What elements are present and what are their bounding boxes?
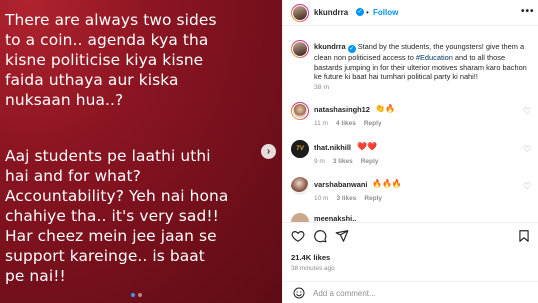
comment-reply-button[interactable]: Reply [364, 195, 382, 202]
comment-avatar[interactable] [291, 177, 309, 195]
emoji-icon[interactable] [293, 287, 305, 299]
comment-username[interactable]: that.nikhill [314, 143, 351, 152]
carousel-indicator [131, 293, 142, 297]
comment-likes[interactable]: 3 likes [336, 195, 356, 202]
caption-username[interactable]: kkundrra [314, 42, 346, 51]
carousel-dot [138, 293, 142, 297]
comment-time: 9 m [314, 158, 325, 165]
next-image-button[interactable]: › [261, 144, 276, 159]
caption-timestamp: 38 m [314, 84, 330, 91]
comment-bubble-icon[interactable] [313, 229, 327, 243]
post-header: kkundrra ✓ • Follow ••• [283, 0, 538, 26]
carousel-dot-active [131, 293, 135, 297]
post-text-paragraph-2: Aaj students pe laathi uthi hai and for … [5, 147, 229, 285]
like-comment-heart-icon[interactable]: ♡ [523, 144, 531, 155]
comment-meta: 9 m 3 likes Reply [314, 158, 378, 165]
likes-count[interactable]: 21.4K likes [291, 253, 330, 262]
comment-reply-button[interactable]: Reply [361, 158, 379, 165]
comment-input[interactable] [313, 286, 503, 300]
caption-avatar[interactable] [291, 40, 309, 58]
header-username[interactable]: kkundrra [314, 8, 348, 17]
comment-meta: 10 m 3 likes Reply [314, 195, 382, 202]
comment-avatar[interactable] [291, 213, 309, 222]
bookmark-save-icon[interactable] [517, 229, 531, 243]
comment-item: TV that.nikhill ❤️❤️ 9 m 3 likes Reply ♡ [283, 140, 538, 174]
comment-avatar[interactable] [291, 102, 309, 120]
like-comment-heart-icon[interactable]: ♡ [523, 181, 531, 192]
comment-item: meenakshi.. [283, 213, 538, 222]
like-comment-heart-icon[interactable]: ♡ [523, 106, 531, 117]
verified-badge-icon: ✓ [347, 45, 356, 53]
like-heart-icon[interactable] [291, 229, 305, 243]
comment-time: 11 m [314, 120, 328, 127]
comment-reply-button[interactable]: Reply [364, 120, 382, 127]
post-timestamp: 38 minutes ago [291, 265, 335, 272]
more-options-icon[interactable]: ••• [521, 6, 535, 17]
comment-meta: 11 m 4 likes Reply [314, 120, 382, 127]
comment-likes[interactable]: 4 likes [336, 120, 356, 127]
caption-hashtag-link[interactable]: #Education [416, 53, 453, 62]
avatar[interactable] [291, 4, 309, 22]
chevron-right-icon: › [266, 146, 271, 157]
comment-item: natashasingh12 👏🔥 11 m 4 likes Reply ♡ [283, 102, 538, 136]
comment-username[interactable]: varshabanwani [314, 180, 367, 189]
follow-button[interactable]: Follow [373, 8, 398, 17]
comment-likes[interactable]: 3 likes [333, 158, 353, 165]
post-side-panel: kkundrra ✓ • Follow ••• kkundrra ✓ Stand … [282, 0, 538, 303]
share-send-icon[interactable] [335, 229, 349, 243]
comment-item: varshabanwani 🔥🔥🔥 10 m 3 likes Reply ♡ [283, 177, 538, 211]
header-separator: • [366, 8, 369, 17]
comment-text: 🔥🔥🔥 [372, 179, 402, 188]
comment-text: ❤️❤️ [357, 142, 377, 151]
comment-username[interactable]: meenakshi.. [314, 214, 356, 222]
comment-composer [283, 281, 538, 303]
comment-time: 10 m [314, 195, 329, 202]
verified-badge-icon: ✓ [356, 8, 364, 16]
post-text-paragraph-1: There are always two sides to a coin.. a… [5, 11, 217, 109]
post-caption: kkundrra ✓ Stand by the students, the you… [314, 42, 532, 82]
post-image[interactable]: There are always two sides to a coin.. a… [0, 0, 282, 303]
post-actions: 21.4K likes 38 minutes ago [283, 222, 538, 303]
comment-username[interactable]: natashasingh12 [314, 105, 370, 114]
comment-text: 👏🔥 [375, 104, 395, 113]
comment-avatar[interactable]: TV [291, 140, 309, 158]
